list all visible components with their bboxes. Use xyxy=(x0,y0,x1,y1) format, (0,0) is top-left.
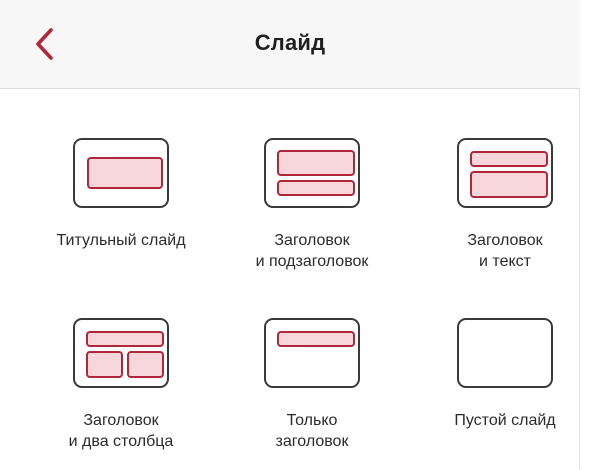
layout-title-two-columns[interactable]: Заголовок и два столбца xyxy=(31,318,211,456)
layout-thumbnail xyxy=(457,138,553,208)
layout-label-line2: и два столбца xyxy=(68,433,174,450)
title-placeholder xyxy=(277,150,355,176)
right-column-placeholder xyxy=(127,351,164,378)
layout-thumbnail xyxy=(264,318,360,388)
layout-thumbnail xyxy=(73,138,169,208)
layout-thumbnail xyxy=(73,318,169,388)
layout-label-line1: Пустой слайд xyxy=(454,412,556,429)
layout-label: Заголовок и текст xyxy=(415,230,595,272)
layout-label-line2: и подзаголовок xyxy=(255,253,369,270)
layout-label: Заголовок и два столбца xyxy=(31,410,211,452)
layout-label-line1: Заголовок xyxy=(467,232,543,249)
title-placeholder xyxy=(470,151,548,167)
text-placeholder xyxy=(470,171,548,198)
title-placeholder xyxy=(277,331,355,347)
navigation-bar: Слайд xyxy=(0,0,580,89)
layout-label-line1: Заголовок xyxy=(274,232,350,249)
layout-blank[interactable]: Пустой слайд xyxy=(415,318,595,456)
page-title: Слайд xyxy=(254,30,326,55)
layout-label-line1: Титульный слайд xyxy=(56,232,186,249)
layout-label-line2: заголовок xyxy=(275,433,349,450)
layout-label-line2: и текст xyxy=(479,253,531,270)
layout-label: Титульный слайд xyxy=(31,230,211,251)
layout-thumbnail xyxy=(264,138,360,208)
layout-label-line1: Заголовок xyxy=(83,412,159,429)
layout-title-text[interactable]: Заголовок и текст xyxy=(415,138,595,276)
layout-title-slide[interactable]: Титульный слайд xyxy=(31,138,211,276)
title-placeholder xyxy=(86,331,164,347)
slide-layout-picker: Слайд Титульный слайд Заголовок и подзаг… xyxy=(0,0,580,470)
layout-title-subtitle[interactable]: Заголовок и подзаголовок xyxy=(222,138,402,276)
layout-title-only[interactable]: Только заголовок xyxy=(222,318,402,456)
layout-label: Заголовок и подзаголовок xyxy=(222,230,402,272)
title-placeholder xyxy=(87,157,163,189)
subtitle-placeholder xyxy=(277,180,355,196)
layout-label: Только заголовок xyxy=(222,410,402,452)
layout-label-line1: Только xyxy=(286,412,338,429)
left-column-placeholder xyxy=(86,351,123,378)
layout-thumbnail xyxy=(457,318,553,388)
layout-label: Пустой слайд xyxy=(415,410,595,431)
